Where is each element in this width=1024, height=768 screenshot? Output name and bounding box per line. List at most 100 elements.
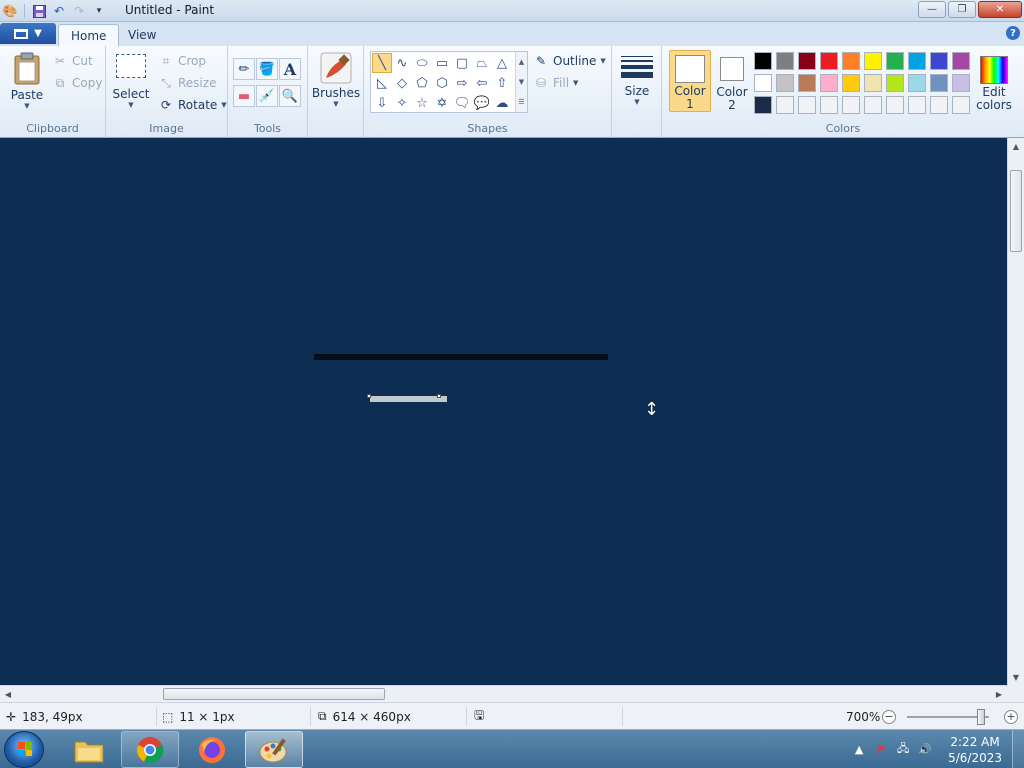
palette-swatch[interactable] — [952, 96, 970, 114]
palette-swatch[interactable] — [820, 74, 838, 92]
save-icon[interactable] — [29, 2, 49, 20]
right-triangle-shape-icon[interactable]: ◺ — [372, 73, 392, 93]
show-desktop-button[interactable] — [1012, 730, 1024, 768]
palette-swatch[interactable] — [908, 96, 926, 114]
edit-colors-button[interactable]: Edit colors — [974, 50, 1014, 116]
palette-swatch[interactable] — [864, 96, 882, 114]
palette-swatch[interactable] — [842, 96, 860, 114]
minimize-button[interactable]: — — [918, 1, 946, 18]
palette-swatch[interactable] — [820, 96, 838, 114]
left-arrow-shape-icon[interactable]: ⇦ — [472, 73, 492, 93]
rectangle-shape-icon[interactable]: ▭ — [432, 53, 452, 73]
taskbar-firefox[interactable] — [183, 731, 241, 768]
palette-swatch[interactable] — [754, 74, 772, 92]
clock[interactable]: 2:22 AM 5/6/2023 — [948, 734, 1002, 766]
palette-swatch[interactable] — [842, 52, 860, 70]
palette-swatch[interactable] — [798, 96, 816, 114]
zoom-in-button[interactable]: + — [1004, 709, 1018, 724]
zoom-slider-thumb[interactable] — [977, 709, 985, 725]
expand-gallery-icon[interactable]: ☰ — [518, 98, 524, 106]
fill-bucket-icon[interactable]: 🪣 — [256, 58, 278, 80]
palette-swatch[interactable] — [886, 74, 904, 92]
magnifier-icon[interactable]: 🔍 — [279, 85, 301, 107]
close-button[interactable]: ✕ — [978, 1, 1022, 18]
color-picker-icon[interactable]: 💉 — [256, 85, 278, 107]
triangle-shape-icon[interactable]: △ — [492, 53, 512, 73]
line-start-handle[interactable] — [367, 394, 371, 398]
horizontal-scroll-thumb[interactable] — [163, 688, 385, 700]
rotate-button[interactable]: ⟳ Rotate ▼ — [158, 96, 227, 114]
palette-swatch[interactable] — [908, 52, 926, 70]
scroll-right-icon[interactable]: ▶ — [991, 686, 1007, 702]
six-point-star-shape-icon[interactable]: ✡ — [432, 93, 452, 113]
eraser-icon[interactable]: ▬ — [233, 85, 255, 107]
palette-swatch[interactable] — [776, 74, 794, 92]
copy-button[interactable]: ⧉ Copy — [52, 74, 103, 92]
outline-button[interactable]: ✎ Outline ▼ — [533, 52, 606, 70]
show-hidden-icons-icon[interactable]: ▲ — [851, 742, 867, 758]
tab-view[interactable]: View — [116, 24, 168, 46]
hexagon-shape-icon[interactable]: ⬡ — [432, 73, 452, 93]
line-end-handle[interactable] — [437, 394, 441, 398]
scroll-up-icon[interactable]: ▲ — [519, 58, 524, 66]
vertical-scrollbar[interactable]: ▲ ▼ — [1007, 138, 1024, 685]
customize-qat-icon[interactable]: ▾ — [89, 2, 109, 20]
palette-swatch[interactable] — [776, 52, 794, 70]
size-button[interactable]: Size ▼ — [618, 52, 656, 106]
pentagon-shape-icon[interactable]: ⬠ — [412, 73, 432, 93]
color2-button[interactable]: Color 2 — [711, 50, 753, 112]
fill-button[interactable]: ⛁ Fill ▼ — [533, 74, 578, 92]
taskbar-paint[interactable] — [245, 731, 303, 768]
vertical-scroll-thumb[interactable] — [1010, 170, 1022, 252]
help-icon[interactable]: ? — [1006, 26, 1020, 40]
palette-swatch[interactable] — [754, 52, 772, 70]
rounded-rectangle-shape-icon[interactable]: ▢ — [452, 53, 472, 73]
palette-swatch[interactable] — [864, 52, 882, 70]
four-point-star-shape-icon[interactable]: ✧ — [392, 93, 412, 113]
shapes-gallery-scroll[interactable]: ▲ ▼ ☰ — [515, 52, 527, 112]
undo-icon[interactable]: ↶ — [49, 2, 69, 20]
scroll-up-icon[interactable]: ▲ — [1008, 138, 1024, 154]
palette-swatch[interactable] — [952, 74, 970, 92]
horizontal-scrollbar[interactable]: ◀ ▶ — [0, 685, 1007, 702]
cut-button[interactable]: ✂ Cut — [52, 52, 93, 70]
right-arrow-shape-icon[interactable]: ⇨ — [452, 73, 472, 93]
palette-swatch[interactable] — [930, 96, 948, 114]
up-arrow-shape-icon[interactable]: ⇧ — [492, 73, 512, 93]
palette-swatch[interactable] — [930, 52, 948, 70]
oval-callout-shape-icon[interactable]: 💬 — [472, 93, 492, 113]
crop-button[interactable]: ⌗ Crop — [158, 52, 206, 70]
network-icon[interactable]: 🖧 — [895, 742, 911, 758]
action-center-flag-icon[interactable]: ⚑ — [873, 742, 889, 758]
volume-icon[interactable]: 🔊 — [917, 742, 933, 758]
curve-shape-icon[interactable]: ∿ — [392, 53, 412, 73]
color1-button[interactable]: Color 1 — [669, 50, 711, 112]
palette-swatch[interactable] — [886, 52, 904, 70]
diamond-shape-icon[interactable]: ◇ — [392, 73, 412, 93]
paint-menu-button[interactable]: ▼ — [0, 23, 56, 44]
palette-swatch[interactable] — [842, 74, 860, 92]
scroll-down-icon[interactable]: ▼ — [519, 78, 524, 86]
paste-button[interactable]: Paste ▼ — [8, 52, 46, 110]
down-arrow-shape-icon[interactable]: ⇩ — [372, 93, 392, 113]
restore-button[interactable]: ❐ — [948, 1, 976, 18]
palette-swatch[interactable] — [864, 74, 882, 92]
scroll-left-icon[interactable]: ◀ — [0, 686, 16, 702]
oval-shape-icon[interactable]: ⬭ — [412, 53, 432, 73]
cloud-callout-shape-icon[interactable]: ☁ — [492, 93, 512, 113]
redo-icon[interactable]: ↷ — [69, 2, 89, 20]
polygon-shape-icon[interactable]: ⏢ — [472, 53, 492, 73]
palette-swatch[interactable] — [776, 96, 794, 114]
taskbar-chrome[interactable] — [121, 731, 179, 768]
palette-swatch[interactable] — [754, 96, 772, 114]
palette-swatch[interactable] — [908, 74, 926, 92]
drawn-line-selected[interactable] — [370, 396, 447, 402]
resize-button[interactable]: ⤡ Resize — [158, 74, 216, 92]
text-icon[interactable]: A — [279, 58, 301, 80]
palette-swatch[interactable] — [798, 74, 816, 92]
pencil-icon[interactable]: ✏ — [233, 58, 255, 80]
palette-swatch[interactable] — [886, 96, 904, 114]
palette-swatch[interactable] — [952, 52, 970, 70]
select-button[interactable]: Select ▼ — [112, 54, 150, 109]
tab-home[interactable]: Home — [58, 24, 120, 46]
